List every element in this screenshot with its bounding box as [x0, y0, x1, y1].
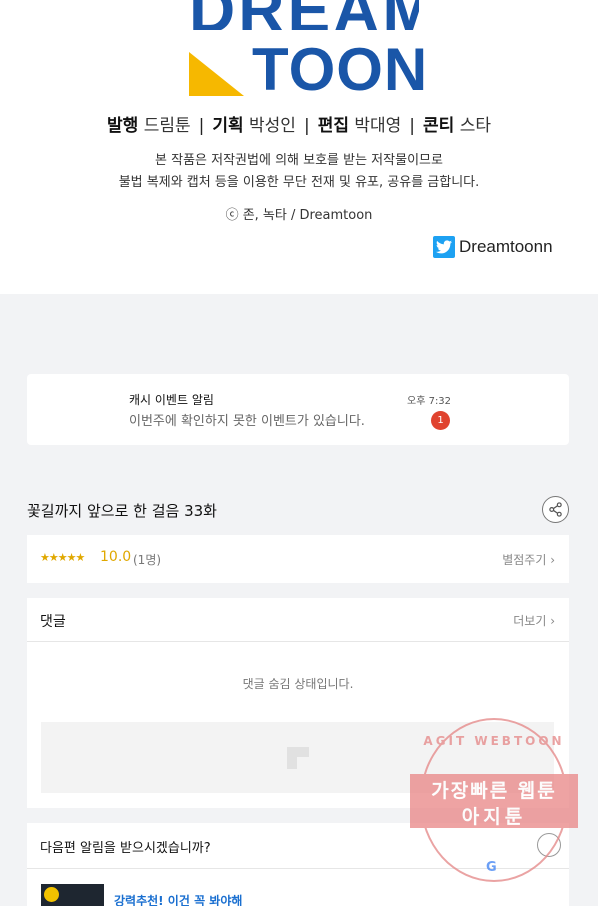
clock-icon: [44, 887, 59, 902]
logo-triangle-icon: [189, 52, 244, 96]
episode-title: 꽃길까지 앞으로 한 걸음 33화: [27, 502, 217, 520]
rating-count: (1명): [133, 553, 162, 567]
ad-placeholder[interactable]: [41, 722, 554, 793]
logo-text-top: DREAM: [189, 0, 419, 30]
twitter-icon: [433, 236, 455, 258]
comments-title: 댓글: [40, 614, 66, 630]
placeholder-icon: [287, 747, 309, 769]
notification-badge: 1: [431, 411, 450, 430]
comments-hidden-message: 댓글 숨김 상태입니다.: [242, 677, 354, 691]
dreamtoon-logo: DREAM: [189, 0, 419, 30]
recommend-thumbnail[interactable]: [41, 884, 104, 906]
notification-time: 오후 7:32: [407, 396, 452, 407]
alert-toggle[interactable]: [537, 833, 561, 857]
rate-button[interactable]: 별점주기 ›: [502, 551, 555, 568]
divider: [27, 868, 569, 869]
rating-score: 10.0: [100, 549, 132, 565]
comments-section: 댓글 더보기 › 댓글 숨김 상태입니다.: [27, 598, 569, 808]
comments-more-link[interactable]: 더보기 ›: [513, 612, 555, 629]
divider: |: [303, 116, 310, 136]
staff-name: 박성인: [249, 116, 296, 136]
staff-role: 발행: [107, 116, 139, 136]
staff-name: 박대영: [354, 116, 402, 136]
copyright-line: 본 작품은 저작권법에 의해 보호를 받는 저작물이므로: [155, 153, 443, 168]
twitter-handle: Dreamtoonn: [459, 237, 553, 256]
star-rating-icon: ★★★★★: [40, 551, 85, 564]
notification-title: 캐시 이벤트 알림: [129, 393, 214, 407]
author-credit: ⓒ 존, 녹타 / Dreamtoon: [225, 208, 373, 223]
share-button[interactable]: [542, 496, 569, 523]
copyright-notice: 본 작품은 저작권법에 의해 보호를 받는 저작물이므로 불법 복제와 캡처 등…: [0, 150, 598, 194]
comments-header: 댓글 더보기 ›: [27, 598, 569, 642]
credit-section: DREAM TOON 발행 드림툰 | 기획 박성인 | 편집 박대영 | 콘티 스타 본 …: [0, 0, 598, 294]
notification-body: 이번주에 확인하지 못한 이벤트가 있습니다.: [129, 414, 365, 429]
logo-text-bottom: TOON: [252, 36, 429, 103]
staff-role: 기획: [212, 116, 244, 136]
copyright-line: 불법 복제와 캡처 등을 이용한 무단 전재 및 유포, 공유를 금합니다.: [118, 175, 480, 190]
cash-event-notification[interactable]: 캐시 이벤트 알림 이번주에 확인하지 못한 이벤트가 있습니다. 오후 7:3…: [27, 374, 569, 445]
divider: |: [409, 116, 416, 136]
rating-row: ★★★★★ 10.0 (1명) 별점주기 ›: [27, 535, 569, 583]
divider: |: [198, 116, 205, 136]
staff-role: 편집: [317, 116, 349, 136]
staff-role: 콘티: [423, 116, 455, 136]
staff-name: 스타: [459, 116, 491, 136]
share-icon: [549, 502, 562, 517]
staff-credits: 발행 드림툰 | 기획 박성인 | 편집 박대영 | 콘티 스타: [0, 114, 598, 138]
next-episode-alert: 다음편 알림을 받으시겠습니까? 강력추천! 이건 꼭 봐야해: [27, 823, 569, 906]
recommend-title[interactable]: 강력추천! 이건 꼭 봐야해: [114, 892, 242, 906]
alert-question: 다음편 알림을 받으시겠습니까?: [40, 841, 211, 856]
twitter-link[interactable]: Dreamtoonn: [433, 236, 553, 258]
staff-name: 드림툰: [143, 116, 191, 136]
